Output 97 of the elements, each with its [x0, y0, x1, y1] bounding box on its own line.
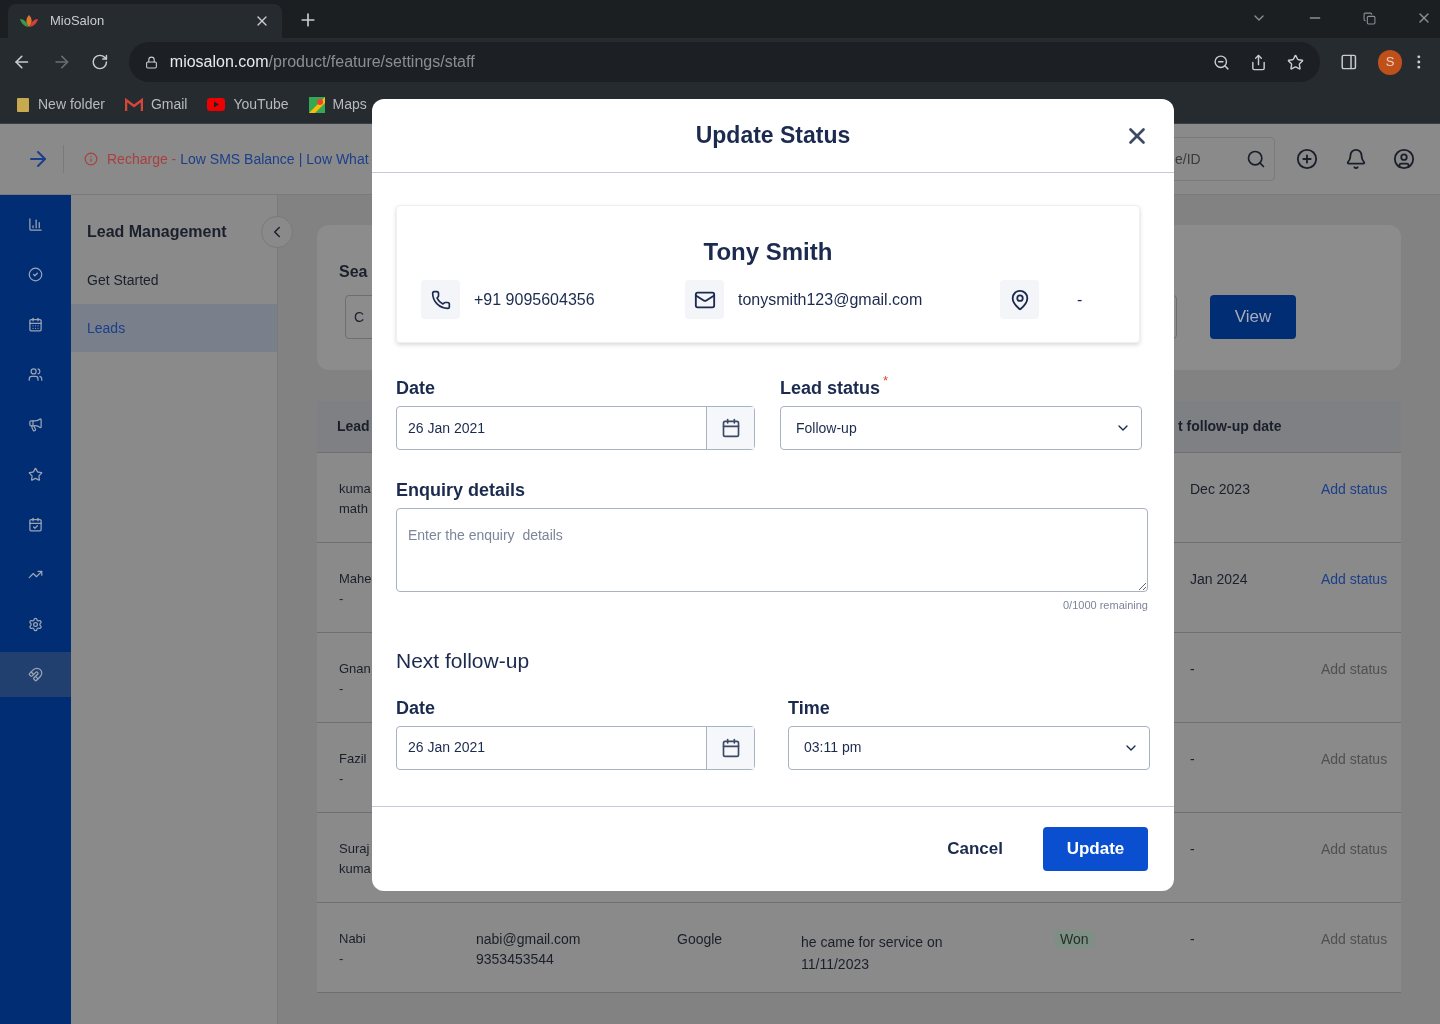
follow-up-date: -	[1190, 751, 1195, 767]
restore-icon[interactable]	[1363, 11, 1376, 25]
date-value: 26 Jan 2021	[407, 418, 487, 438]
lead-name: Gnan	[339, 660, 371, 678]
source-text: Google	[677, 931, 723, 947]
date-field[interactable]: 26 Jan 2021	[396, 725, 755, 770]
lead-name: kuma	[339, 860, 371, 878]
info-icon	[84, 152, 98, 166]
folder-icon	[16, 96, 30, 113]
follow-up-date: Jan 2024	[1190, 571, 1248, 587]
bookmark-star-icon[interactable]	[1287, 53, 1305, 71]
date-field[interactable]: 26 Jan 2021	[396, 406, 755, 450]
field-label: Date	[396, 696, 436, 717]
tab-title: MioSalon	[50, 12, 106, 31]
sidebar-item[interactable]: Get Started	[71, 256, 277, 304]
lead-status-select[interactable]: Follow-up	[780, 406, 1142, 450]
lead-name: Fazil	[339, 750, 367, 768]
rail-icon	[28, 267, 43, 282]
cancel-button[interactable]: Cancel	[947, 836, 1003, 862]
select-value: C	[354, 307, 365, 327]
enquiry-textarea[interactable]: Enter the enquiry details	[396, 508, 1148, 592]
url-text: miosalon.com/product/feature/settings/staff	[169, 52, 475, 72]
rail-icon	[28, 467, 43, 482]
bookmark-link[interactable]: YouTube	[233, 94, 289, 115]
calendar-icon[interactable]	[720, 418, 741, 438]
flower-icon	[20, 15, 38, 27]
lead-name: kuma	[339, 480, 371, 498]
rail-icon	[28, 667, 43, 682]
search-title: Sea	[339, 262, 368, 282]
enquiry-text: he came for service on 11/11/2023	[801, 933, 944, 974]
address-bar[interactable]: miosalon.com/product/feature/settings/staff	[128, 42, 1321, 82]
lead-name: Nabi	[339, 930, 366, 948]
required-mark: *	[883, 372, 889, 390]
search-placeholder: e/ID	[1175, 149, 1201, 169]
section-title: Next follow-up	[396, 647, 531, 671]
lead-name: Suraj	[339, 840, 370, 858]
profile-avatar[interactable]: S	[1377, 49, 1403, 75]
rail-icon	[28, 367, 43, 382]
email-text: nabi@gmail.com	[476, 930, 582, 949]
status-badge: Won	[1054, 930, 1095, 948]
field-label: Lead status	[780, 377, 881, 400]
alert-label: Recharge -	[107, 149, 177, 169]
column-header: t follow-up date	[1178, 417, 1282, 436]
follow-up-date: -	[1190, 841, 1195, 857]
notification-icon[interactable]	[1345, 148, 1367, 170]
play-icon	[207, 98, 226, 111]
location-text: -	[1077, 289, 1083, 310]
phone-text: 9353453544	[476, 950, 555, 969]
update-button[interactable]: Update	[1043, 827, 1148, 871]
field-label: Date	[396, 377, 436, 397]
rail-icon	[28, 517, 43, 532]
share-icon[interactable]	[1250, 53, 1268, 71]
lead-name: math	[339, 500, 368, 518]
lead-name: -	[339, 770, 344, 788]
follow-up-date: -	[1190, 931, 1195, 947]
field-label: Time	[788, 696, 831, 717]
rail-icon	[28, 217, 43, 232]
rail-icon	[28, 617, 43, 632]
map-icon	[308, 96, 325, 113]
user-icon[interactable]	[1393, 148, 1415, 170]
alert-link[interactable]: Low What	[306, 148, 369, 170]
reload-icon[interactable]	[91, 53, 109, 71]
alert-link[interactable]: Low SMS Balance	[180, 148, 295, 170]
lead-name: -	[339, 950, 344, 968]
lead-name: -	[339, 680, 344, 698]
column-header: Lead	[337, 418, 370, 434]
browser-tab[interactable]: MioSalon	[8, 4, 282, 38]
add-status-link[interactable]: Add status	[1321, 569, 1388, 590]
character-counter: 0/1000 remaining	[1063, 598, 1148, 613]
follow-up-date: -	[1190, 661, 1195, 677]
lock-icon	[144, 55, 158, 69]
email-text: tonysmith123@gmail.com	[738, 289, 924, 310]
zoom-out-icon[interactable]	[1213, 53, 1231, 71]
dialog-title: Update Status	[695, 121, 851, 151]
add-icon[interactable]	[1296, 148, 1318, 170]
sidebar-title: Lead Management	[86, 222, 228, 242]
add-status-link[interactable]: Add status	[1321, 479, 1388, 500]
side-panel-icon[interactable]	[1340, 53, 1358, 71]
bookmark-link[interactable]: Maps	[332, 94, 367, 115]
follow-up-date: Dec 2023	[1190, 481, 1250, 497]
contact-name: Tony Smith	[703, 237, 833, 264]
lead-name: Mahe	[339, 570, 372, 588]
mail-icon	[124, 97, 143, 112]
bookmark-link[interactable]: New folder	[38, 94, 105, 115]
phone-icon	[430, 289, 451, 310]
bookmark-link[interactable]: Gmail	[150, 94, 188, 115]
date-value: 26 Jan 2021	[407, 738, 487, 757]
search-icon[interactable]	[1246, 149, 1266, 169]
field-label: Enquiry details	[396, 479, 527, 499]
time-select[interactable]: 03:11 pm	[788, 725, 1150, 770]
separator-text: |	[298, 149, 303, 169]
view-button[interactable]: View	[1210, 295, 1296, 339]
rail-icon	[28, 417, 43, 432]
phone-text: +91 9095604356	[474, 289, 596, 310]
rail-icon	[28, 317, 43, 332]
lead-name: -	[339, 590, 344, 608]
calendar-icon[interactable]	[720, 737, 741, 758]
